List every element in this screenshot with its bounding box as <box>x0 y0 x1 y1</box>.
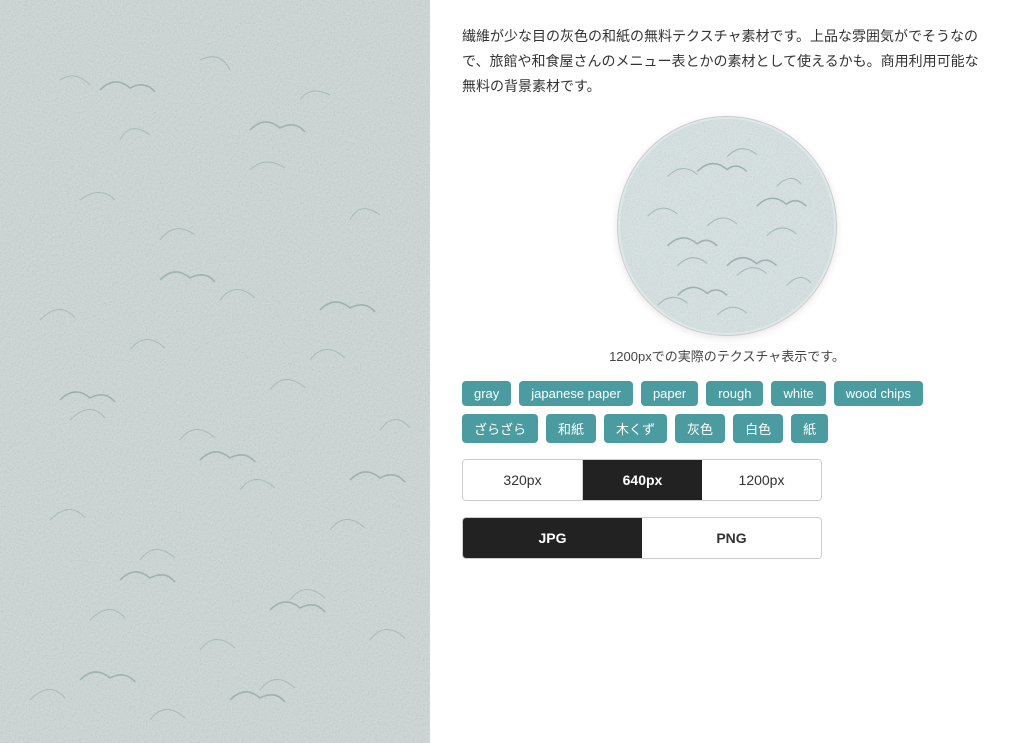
right-panel: 繊維が少な目の灰色の和紙の無料テクスチャ素材です。上品な雰囲気がでそうなので、旅… <box>430 0 1024 743</box>
tag-rough[interactable]: rough <box>706 381 763 406</box>
preview-label: 1200pxでの実際のテクスチャ表示です。 <box>609 346 845 365</box>
texture-image <box>0 0 430 743</box>
tag-zazagaza[interactable]: ざらざら <box>462 414 538 443</box>
size-buttons-group: 320px640px1200px <box>462 459 992 501</box>
tags-section: gray japanese paper paper rough white wood ch… <box>462 381 992 443</box>
tag-hakushoku[interactable]: 白色 <box>733 414 783 443</box>
size-btn-640[interactable]: 640px <box>583 460 702 500</box>
tag-kikuzu[interactable]: 木くず <box>604 414 667 443</box>
size-buttons: 320px640px1200px <box>462 459 822 501</box>
tag-washi[interactable]: 和紙 <box>546 414 596 443</box>
format-btn-png[interactable]: PNG <box>642 518 821 558</box>
tag-haishoku[interactable]: 灰色 <box>675 414 725 443</box>
tag-white[interactable]: white <box>771 381 825 406</box>
tag-gray[interactable]: gray <box>462 381 511 406</box>
format-buttons: JPGPNG <box>462 517 822 559</box>
description-text: 繊維が少な目の灰色の和紙の無料テクスチャ素材です。上品な雰囲気がでそうなので、旅… <box>462 24 992 100</box>
circle-preview <box>617 116 837 336</box>
format-buttons-group: JPGPNG <box>462 517 992 559</box>
format-btn-jpg[interactable]: JPG <box>463 518 642 558</box>
tag-paper[interactable]: paper <box>641 381 698 406</box>
tag-wood-chips[interactable]: wood chips <box>834 381 923 406</box>
size-btn-320[interactable]: 320px <box>463 460 583 500</box>
tag-kami[interactable]: 紙 <box>791 414 828 443</box>
size-btn-1200[interactable]: 1200px <box>702 460 821 500</box>
tag-japanese-paper[interactable]: japanese paper <box>519 381 633 406</box>
texture-preview-panel <box>0 0 430 743</box>
circle-preview-container: 1200pxでの実際のテクスチャ表示です。 <box>462 116 992 365</box>
